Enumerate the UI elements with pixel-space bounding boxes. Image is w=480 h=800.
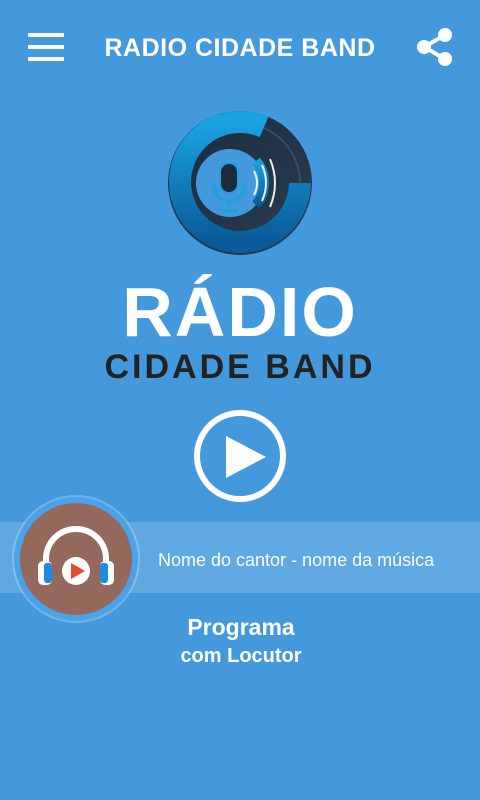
app-bar: RADIO CIDADE BAND (0, 0, 480, 100)
logo-title: RÁDIO (122, 273, 358, 351)
app-title: RADIO CIDADE BAND (104, 34, 376, 62)
program-title: Programa (187, 614, 295, 640)
now-playing-track: Nome do cantor - nome da música (158, 550, 435, 570)
headphones-icon (38, 526, 114, 585)
microphone-record-logo-icon (168, 111, 312, 255)
share-button[interactable] (414, 26, 456, 68)
program-host: com Locutor (180, 645, 302, 667)
share-icon (417, 28, 452, 66)
logo-subtitle: CIDADE BAND (104, 348, 376, 386)
play-button[interactable] (194, 410, 286, 502)
play-icon (226, 436, 266, 478)
station-logo: RÁDIO CIDADE BAND (104, 105, 376, 395)
album-art (14, 497, 138, 621)
